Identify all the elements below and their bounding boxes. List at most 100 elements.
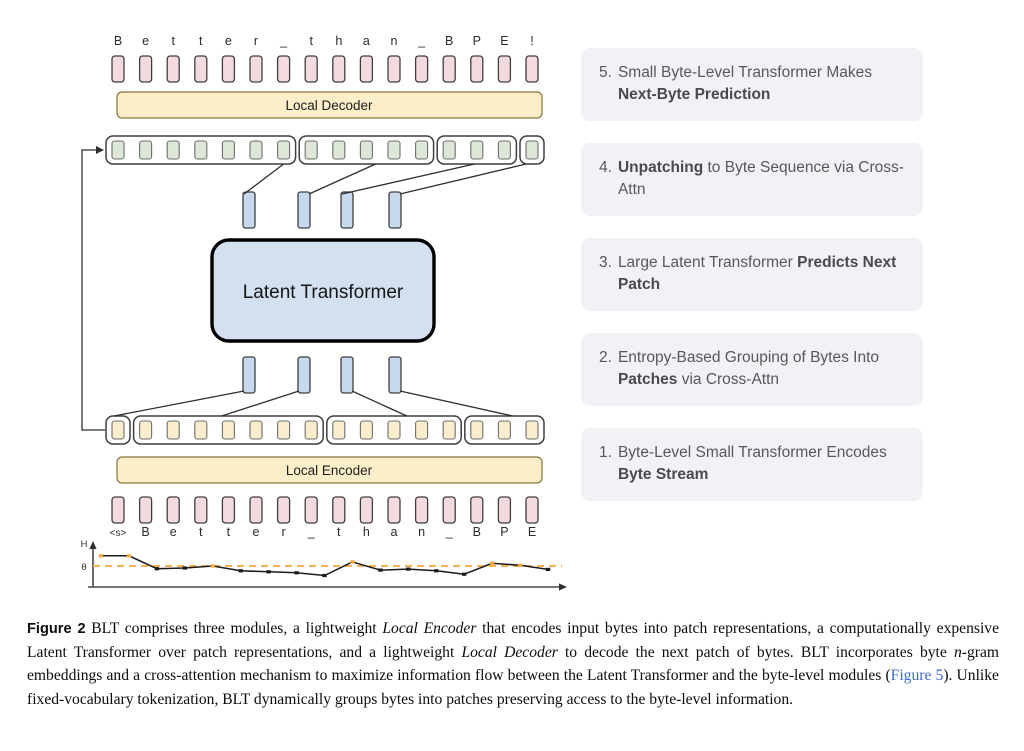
caption-text: to decode the next patch of bytes. BLT i… xyxy=(557,643,954,661)
output-byte-cell xyxy=(497,55,512,83)
encoder-byte-cell xyxy=(497,420,511,440)
encoder-byte-cell xyxy=(525,420,539,440)
decoder-byte-cell xyxy=(139,140,153,160)
decoder-byte-cell xyxy=(470,140,484,160)
input-byte-cell xyxy=(111,496,125,524)
decoder-byte-cell xyxy=(387,140,401,160)
top-byte-label: B xyxy=(445,34,453,48)
input-byte-label: n xyxy=(418,525,425,539)
top-byte-label: t xyxy=(171,34,175,48)
top-byte-label: t xyxy=(199,34,203,48)
input-byte-label: r xyxy=(282,525,286,539)
encoder-byte-cell xyxy=(249,420,263,440)
top-byte-label: _ xyxy=(417,34,426,48)
encoder-byte-cell xyxy=(166,420,180,440)
input-byte-cell xyxy=(497,496,512,524)
top-byte-label: ! xyxy=(530,34,533,48)
input-byte-label: B xyxy=(141,525,149,539)
caption-figure-label: Figure 2 xyxy=(27,621,86,637)
input-byte-cell xyxy=(276,496,291,524)
input-byte-cell xyxy=(194,496,208,524)
top-byte-label: P xyxy=(473,34,481,48)
entropy-point xyxy=(434,569,439,573)
input-byte-cell xyxy=(470,496,484,524)
decoder-byte-cell xyxy=(497,140,511,160)
step-emphasis: Unpatching xyxy=(617,159,704,176)
decoder-byte-cell xyxy=(415,140,429,160)
entropy-point xyxy=(545,567,551,571)
unpatching-connector xyxy=(399,163,527,195)
input-byte-cell xyxy=(387,496,401,524)
output-byte-cell xyxy=(442,55,456,83)
entropy-threshold-label: θ xyxy=(81,562,86,573)
patch-vector-lower xyxy=(242,356,256,394)
step-number: 4. xyxy=(599,159,612,176)
step-text: Large Latent Transformer Predicts Next P… xyxy=(617,254,897,293)
encoder-byte-cell xyxy=(470,420,484,440)
input-byte-label: t xyxy=(337,525,341,539)
caption-emphasis: Local Decoder xyxy=(461,643,558,661)
decoder-byte-cell xyxy=(359,140,373,160)
entropy-axis-top-label: H xyxy=(81,539,88,550)
patch-vector-lower xyxy=(340,356,354,394)
step-card-2: 2. Entropy-Based Grouping of Bytes Into P… xyxy=(581,333,923,406)
figure-caption: Figure 2 BLT comprises three modules, a … xyxy=(27,617,999,712)
top-byte-label: r xyxy=(254,34,258,48)
step-emphasis: Predicts Next Patch xyxy=(617,254,897,293)
patching-connector xyxy=(221,390,300,417)
output-byte-cell xyxy=(332,55,346,83)
step-card-3: 3. Large Latent Transformer Predicts Next… xyxy=(581,238,923,311)
encoder-byte-cell xyxy=(221,420,235,440)
encoder-byte-cell xyxy=(359,420,373,440)
step-text: Byte-Level Small Transformer Encodes Byt… xyxy=(617,444,887,483)
output-byte-cell xyxy=(111,55,125,83)
step-text: Unpatching to Byte Sequence via Cross-At… xyxy=(617,159,904,198)
decoder-byte-cell xyxy=(221,140,235,160)
caption-figure-xref[interactable]: Figure 5 xyxy=(891,667,944,684)
entropy-point-above-threshold xyxy=(517,563,523,567)
top-byte-label: _ xyxy=(279,34,288,48)
entropy-point-above-threshold xyxy=(126,554,132,558)
entropy-point xyxy=(238,569,243,573)
output-byte-cell xyxy=(276,55,291,83)
input-byte-cell xyxy=(332,496,346,524)
step-emphasis: Next-Byte Prediction xyxy=(617,86,771,103)
step-emphasis: Patches xyxy=(617,371,678,388)
top-byte-label: e xyxy=(142,34,149,48)
input-byte-cell xyxy=(525,496,539,524)
step-text: Small Byte-Level Transformer Makes Next-… xyxy=(617,64,873,103)
entropy-point xyxy=(406,567,411,571)
input-byte-label: a xyxy=(391,525,398,539)
patching-connector xyxy=(399,390,513,417)
local-encoder-label: Local Encoder xyxy=(286,463,373,478)
input-byte-label: h xyxy=(363,525,370,539)
step-number: 1. xyxy=(599,444,612,461)
step-text: Entropy-Based Grouping of Bytes Into Pat… xyxy=(617,349,880,388)
entropy-point-above-threshold xyxy=(98,554,104,558)
step-card-5: 5. Small Byte-Level Transformer Makes Nex… xyxy=(581,48,923,121)
entropy-point-above-threshold xyxy=(350,560,355,564)
input-byte-label: t xyxy=(199,525,203,539)
decoder-byte-cell xyxy=(277,140,291,160)
input-byte-cell xyxy=(304,496,318,524)
output-byte-cell xyxy=(138,55,153,83)
caption-text: BLT comprises three modules, a lightweig… xyxy=(85,620,383,637)
entropy-point-above-threshold xyxy=(489,561,495,565)
encoder-byte-cell xyxy=(442,420,456,440)
figure-diagram: Be t t e r _ t h a n _ B P E! Local Decoder Latent Tran… xyxy=(0,0,1024,605)
output-byte-cell xyxy=(387,55,401,83)
entropy-point xyxy=(154,567,160,571)
encoder-byte-cell xyxy=(332,420,346,440)
output-byte-cell xyxy=(249,55,263,83)
patch-vector-lower xyxy=(388,356,402,394)
decoder-byte-cell xyxy=(304,140,318,160)
output-byte-cell xyxy=(304,55,318,83)
top-byte-label: E xyxy=(500,34,508,48)
decoder-byte-cell xyxy=(194,140,208,160)
input-byte-label: _ xyxy=(445,525,454,539)
local-decoder-label: Local Decoder xyxy=(285,98,373,113)
patch-vector-upper xyxy=(297,191,311,229)
output-byte-cell xyxy=(359,55,374,83)
decoder-byte-cell xyxy=(111,140,125,160)
step-card-4: 4. Unpatching to Byte Sequence via Cross-… xyxy=(581,143,923,216)
